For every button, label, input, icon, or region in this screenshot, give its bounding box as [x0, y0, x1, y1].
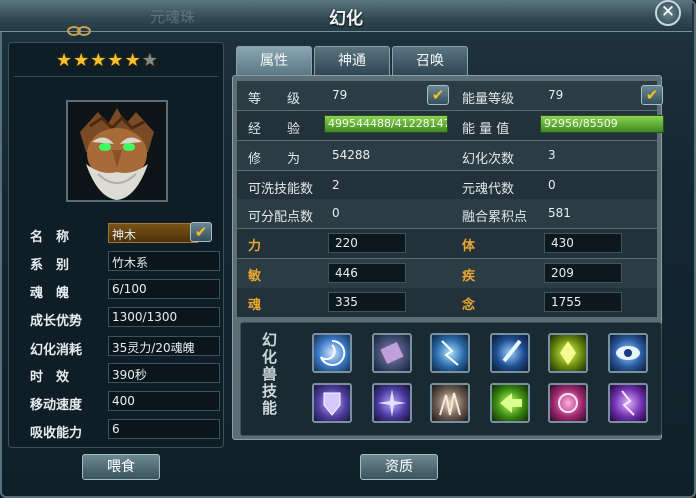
spike-skill-icon[interactable]: [430, 383, 470, 423]
points-value: 0: [332, 206, 340, 220]
energy-bar: 92956/85509: [540, 115, 664, 133]
points-label: 可分配点数: [248, 210, 314, 225]
strength-label: 力: [248, 239, 262, 254]
fusion-label: 融合累积点: [462, 210, 528, 225]
purple-burst-skill-icon[interactable]: [372, 383, 412, 423]
green-arrow-skill-icon[interactable]: [490, 383, 530, 423]
window-title: 幻化: [329, 9, 363, 29]
cost-row: 幻化消耗 35灵力/20魂魄: [8, 336, 224, 358]
blue-eye-skill-icon[interactable]: [608, 333, 648, 373]
speed-stat-value: 209: [544, 263, 622, 283]
morph-count-label: 幻化次数: [462, 152, 515, 167]
energy-level-value: 79: [548, 88, 564, 102]
level-label: 等 级: [248, 92, 301, 107]
chain-icon: [67, 26, 91, 36]
name-confirm-checkbox[interactable]: ✔: [190, 222, 212, 242]
tab-attributes[interactable]: 属性: [236, 46, 312, 75]
fusion-value: 581: [548, 206, 571, 220]
skills-title: 幻化兽技能: [262, 331, 278, 417]
mind-value: 1755: [544, 292, 622, 312]
aptitude-button[interactable]: 资质: [360, 454, 438, 480]
constitution-value: 430: [544, 233, 622, 253]
morph-count-value: 3: [548, 148, 556, 162]
speed-row: 移动速度 400: [8, 391, 224, 413]
cost-value: 35灵力/20魂魄: [108, 336, 220, 356]
scroll-skill-icon[interactable]: [372, 333, 412, 373]
energy-label: 能 量 值: [462, 122, 510, 137]
duration-value: 390秒: [108, 363, 220, 383]
level-checkbox[interactable]: ✔: [427, 85, 449, 105]
soul-row: 魂 魄 6/100: [8, 279, 224, 301]
feed-button[interactable]: 喂食: [82, 454, 160, 480]
duration-row: 时 效 390秒: [8, 363, 224, 385]
lightning-skill-icon[interactable]: [430, 333, 470, 373]
soul-gen-label: 元魂代数: [462, 182, 515, 197]
duration-label: 时 效: [30, 370, 70, 385]
washable-label: 可洗技能数: [248, 182, 314, 197]
pink-vortex-skill-icon[interactable]: [548, 383, 588, 423]
tab-summon[interactable]: 召唤: [392, 46, 468, 75]
exp-bar: 499544488/412281472: [324, 115, 448, 133]
absorb-value: 6: [108, 419, 220, 439]
star-rating: ★ ★ ★ ★ ★ ★: [56, 50, 158, 72]
energy-level-checkbox[interactable]: ✔: [641, 85, 663, 105]
name-field[interactable]: 神木: [108, 223, 198, 243]
star-icon: ★: [73, 50, 90, 71]
agility-value: 446: [328, 263, 406, 283]
soul-gen-value: 0: [548, 178, 556, 192]
exp-label: 经 验: [248, 122, 301, 137]
level-value: 79: [332, 88, 348, 102]
constitution-label: 体: [462, 239, 476, 254]
type-row: 系 别 竹木系: [8, 251, 224, 273]
agility-label: 敏: [248, 269, 262, 284]
absorb-label: 吸收能力: [30, 426, 83, 441]
speed-label: 移动速度: [30, 398, 83, 413]
type-label: 系 别: [30, 258, 70, 273]
growth-value: 1300/1300: [108, 307, 220, 327]
mind-label: 念: [462, 298, 476, 313]
title-bar: 元魂珠 幻化: [0, 0, 692, 32]
vortex-skill-icon[interactable]: [312, 333, 352, 373]
type-value: 竹木系: [108, 251, 220, 271]
star-icon: ★: [124, 50, 141, 71]
star-icon: ★: [56, 50, 73, 71]
spirit-value: 335: [328, 292, 406, 312]
speed-stat-label: 疾: [462, 269, 476, 284]
tab-abilities[interactable]: 神通: [314, 46, 390, 75]
growth-label: 成长优势: [30, 314, 83, 329]
washable-value: 2: [332, 178, 340, 192]
empty-star-icon: ★: [141, 50, 158, 71]
green-crystal-skill-icon[interactable]: [548, 333, 588, 373]
star-icon: ★: [107, 50, 124, 71]
cultivation-label: 修 为: [248, 152, 301, 167]
energy-level-label: 能量等级: [462, 92, 515, 107]
soul-label: 魂 魄: [30, 286, 70, 301]
tree-spirit-portrait: [66, 100, 168, 202]
divider: [14, 76, 218, 77]
purple-shield-skill-icon[interactable]: [312, 383, 352, 423]
absorb-row: 吸收能力 6: [8, 419, 224, 441]
strength-value: 220: [328, 233, 406, 253]
soul-value: 6/100: [108, 279, 220, 299]
purple-lightning-skill-icon[interactable]: [608, 383, 648, 423]
star-icon: ★: [90, 50, 107, 71]
blue-comet-skill-icon[interactable]: [490, 333, 530, 373]
name-label: 名 称: [30, 230, 70, 245]
cost-label: 幻化消耗: [30, 343, 83, 358]
cultivation-value: 54288: [332, 148, 371, 162]
close-button[interactable]: ✕: [655, 0, 681, 26]
growth-row: 成长优势 1300/1300: [8, 307, 224, 329]
spirit-label: 魂: [248, 298, 262, 313]
speed-value: 400: [108, 391, 220, 411]
